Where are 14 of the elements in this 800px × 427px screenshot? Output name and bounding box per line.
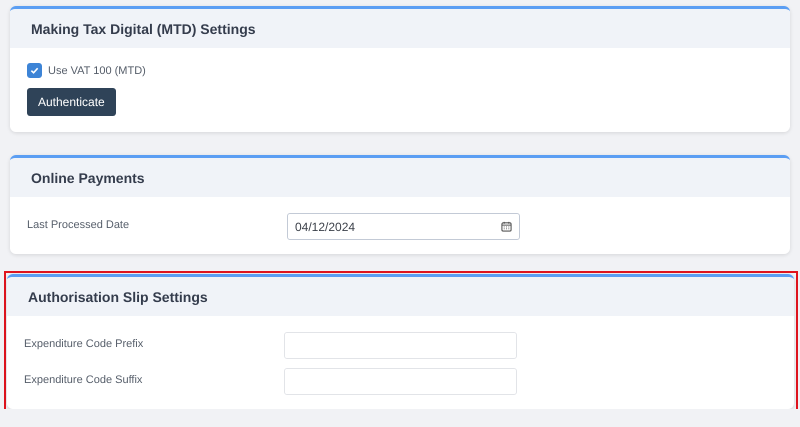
card-title: Authorisation Slip Settings: [28, 288, 208, 304]
checkmark-icon: [30, 66, 39, 75]
authenticate-button[interactable]: Authenticate: [27, 88, 116, 116]
date-field[interactable]: 04/12/2024: [287, 213, 520, 240]
field-label: Last Processed Date: [27, 218, 130, 231]
input-field[interactable]: [284, 368, 517, 395]
input-field[interactable]: [284, 332, 517, 359]
calendar-icon[interactable]: [501, 221, 512, 232]
field-label: Expenditure Code Suffix: [24, 373, 144, 386]
card-title: Making Tax Digital (MTD) Settings: [31, 20, 256, 36]
field-label: Expenditure Code Prefix: [24, 337, 144, 350]
checkbox[interactable]: [27, 63, 42, 78]
card-title: Online Payments: [31, 170, 145, 186]
checkbox-label[interactable]: Use VAT 100 (MTD): [27, 63, 773, 78]
